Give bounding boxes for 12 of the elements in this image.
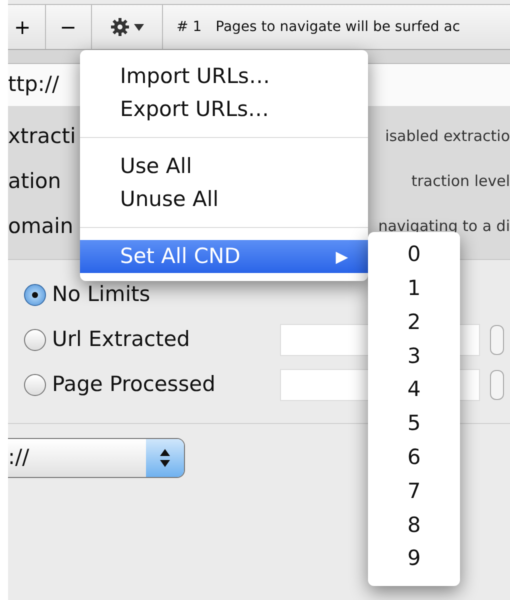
- option-description: isabled extractio: [385, 126, 510, 148]
- index-label: # 1: [176, 18, 203, 36]
- option-label: xtracti: [8, 122, 77, 150]
- submenu-arrow-icon: ▶: [336, 244, 348, 268]
- option-label: ation: [8, 168, 62, 195]
- option-label: omain: [8, 212, 74, 240]
- radio-label: Url Extracted: [52, 326, 191, 353]
- option-description: navigating to a di: [378, 216, 510, 238]
- radio-label: Page Processed: [52, 370, 216, 398]
- radio-label: No Limits: [52, 280, 152, 308]
- status-message: Pages to navigate will be surfed ac: [216, 18, 460, 36]
- option-description: traction level: [411, 171, 510, 192]
